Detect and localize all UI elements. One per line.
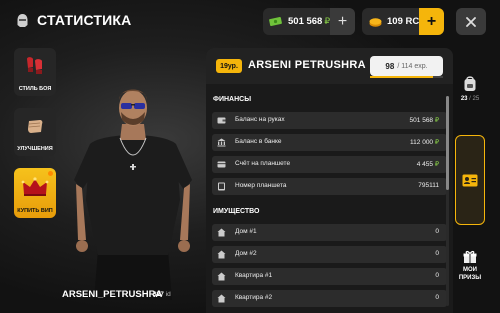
property-label: Дом #1 <box>235 228 257 235</box>
property-row: Квартира #1 0 <box>212 268 447 285</box>
inventory-count: 23 / 25 <box>455 96 485 102</box>
crown-icon <box>21 177 49 196</box>
property-row: Квартира #2 0 <box>212 290 447 307</box>
finances-title: ФИНАНСЫ <box>213 96 252 103</box>
backpack-icon <box>464 76 476 91</box>
inventory-total: / 25 <box>469 96 480 102</box>
finance-row-cash: Баланс на руках 501 568 ₽ <box>212 112 447 129</box>
my-prizes-line1: МОИ <box>463 267 477 273</box>
finance-label: Счёт на планшете <box>235 160 291 167</box>
bank-icon <box>217 138 226 147</box>
stats-panel: 19ур. ARSENI PETRUSHRA 98 / 114 exp. ФИН… <box>206 48 453 313</box>
finance-value: 501 568 ₽ <box>410 116 439 124</box>
finance-row-bank: Баланс в банке 112 000 ₽ <box>212 134 447 151</box>
finance-amount: 112 000 <box>410 139 434 146</box>
finance-label: Баланс на руках <box>235 116 285 123</box>
property-label: Квартира #1 <box>235 272 273 279</box>
exp-progress-bar <box>370 76 443 78</box>
player-name: ARSENI PETRUSHRA <box>248 59 366 71</box>
property-value: 0 <box>435 228 439 235</box>
boxing-gloves-icon <box>27 57 42 74</box>
close-button[interactable] <box>456 8 486 35</box>
add-cash-button[interactable]: + <box>330 8 355 35</box>
my-prizes-line2: ПРИЗЫ <box>458 275 482 281</box>
house-icon <box>217 228 226 237</box>
property-value: 0 <box>435 250 439 257</box>
exp-total: / 114 exp. <box>397 62 428 70</box>
character-model <box>74 89 192 300</box>
experience-box: 98 / 114 exp. <box>370 56 443 76</box>
my-prizes-label: МОИ ПРИЗЫ <box>451 266 489 282</box>
finance-row-tablet-account: Счёт на планшете 4 455 ₽ <box>212 156 447 173</box>
fight-style-label: СТИЛЬ БОЯ <box>18 86 52 92</box>
finance-value: 4 455 ₽ <box>417 160 439 168</box>
level-badge: 19ур. <box>216 59 242 73</box>
house-icon <box>217 294 226 303</box>
gift-icon <box>463 250 477 263</box>
inventory-used: 23 <box>460 96 468 102</box>
character-name: ARSENI_PETRUSHRA <box>62 289 163 300</box>
buy-vip-button[interactable]: КУПИТЬ ВИП <box>14 168 56 218</box>
wallet-icon <box>217 117 226 124</box>
finance-amount: 4 455 <box>416 161 434 168</box>
cash-value: 501 568 <box>288 16 323 27</box>
property-value: 0 <box>435 272 439 279</box>
right-menu: 23 / 25 МОИ ПРИЗЫ <box>455 48 485 313</box>
add-rc-button[interactable]: + <box>419 8 444 35</box>
exp-progress-fill <box>370 76 433 78</box>
title-wrap: СТАТИСТИКА <box>16 12 132 28</box>
character-id: 327 id <box>153 291 171 298</box>
house-icon <box>217 250 226 259</box>
cash-icon <box>269 17 282 26</box>
id-card-icon <box>462 174 478 186</box>
property-label: Дом #2 <box>235 250 257 257</box>
property-value: 0 <box>435 294 439 301</box>
finance-value: 112 000 ₽ <box>410 138 439 146</box>
finance-amount: 501 568 <box>409 117 434 124</box>
upgrades-label: УЛУЧШЕНИЯ <box>17 146 53 152</box>
card-icon <box>217 161 226 168</box>
fist-icon <box>28 120 43 133</box>
id-card-button[interactable] <box>455 135 485 225</box>
page-title: СТАТИСТИКА <box>37 12 132 28</box>
helmet-icon <box>17 13 28 27</box>
finance-currency: ₽ <box>434 139 439 146</box>
character-id-label: id <box>165 291 171 298</box>
house-icon <box>217 272 226 281</box>
buy-vip-label: КУПИТЬ ВИП <box>17 208 53 214</box>
finance-currency: ₽ <box>434 117 439 124</box>
rc-value: 109 RC <box>387 16 420 27</box>
panel-header: 19ур. ARSENI PETRUSHRA 98 / 114 exp. <box>206 48 453 84</box>
finance-row-tablet-number: Номер планшета 795111 <box>212 178 447 195</box>
header: СТАТИСТИКА 501 568 ₽ + 109 RC + <box>0 0 500 42</box>
property-title: ИМУЩЕСТВО <box>213 208 260 215</box>
close-icon <box>466 16 476 27</box>
scrollbar[interactable] <box>446 96 449 306</box>
rc-coin-icon <box>369 17 382 27</box>
character-id-value: 327 <box>153 291 164 298</box>
property-row: Дом #1 0 <box>212 224 447 241</box>
exp-current: 98 <box>385 61 395 71</box>
property-row: Дом #2 0 <box>212 246 447 263</box>
finance-currency: ₽ <box>434 161 439 168</box>
property-label: Квартира #2 <box>235 294 273 301</box>
finance-value: 795111 <box>418 182 439 189</box>
tablet-icon <box>218 182 225 191</box>
finance-label: Номер планшета <box>235 182 287 189</box>
finance-label: Баланс в банке <box>235 138 282 145</box>
scrollbar-thumb[interactable] <box>446 96 449 190</box>
